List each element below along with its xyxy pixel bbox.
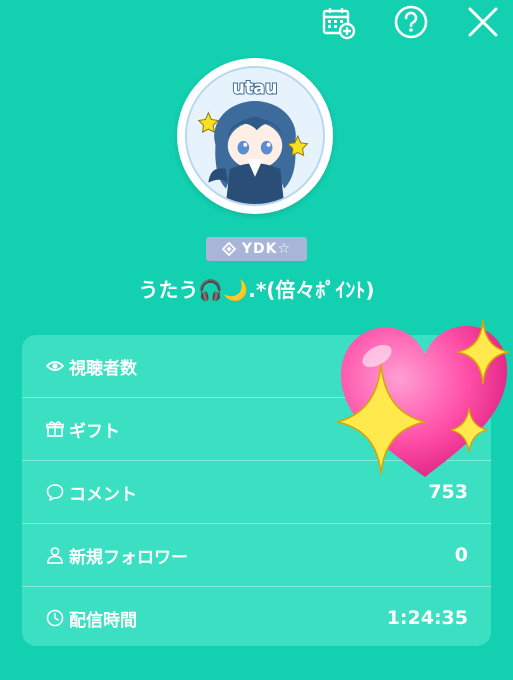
badge-label: YDK☆ xyxy=(241,241,292,257)
comment-icon xyxy=(46,483,64,501)
stat-value: 0 xyxy=(454,544,468,566)
sparkling-heart-icon xyxy=(333,312,513,487)
username: うたう🎧🌙.*(倍々ﾎﾟｲﾝﾄ) xyxy=(138,278,375,302)
avatar-image: utau xyxy=(185,66,325,206)
stat-label: 新規フォロワー xyxy=(69,547,188,568)
stat-value: 1:24:35 xyxy=(386,607,468,629)
close-icon[interactable] xyxy=(465,4,501,40)
eye-icon xyxy=(46,357,64,375)
calendar-add-icon[interactable] xyxy=(320,4,356,40)
avatar-logo-text: utau xyxy=(232,78,277,98)
gift-icon xyxy=(46,420,64,438)
top-bar xyxy=(0,0,513,46)
stat-row-stream-time: 配信時間 1:24:35 xyxy=(22,587,491,646)
help-icon[interactable] xyxy=(393,4,429,40)
clock-icon xyxy=(46,609,64,627)
stat-row-new-followers: 新規フォロワー 0 xyxy=(22,524,491,586)
stat-label: 配信時間 xyxy=(69,610,137,631)
diamond-icon xyxy=(221,242,236,256)
fan-badge[interactable]: YDK☆ xyxy=(206,237,307,261)
person-icon xyxy=(46,546,64,564)
avatar[interactable]: utau xyxy=(177,58,333,214)
